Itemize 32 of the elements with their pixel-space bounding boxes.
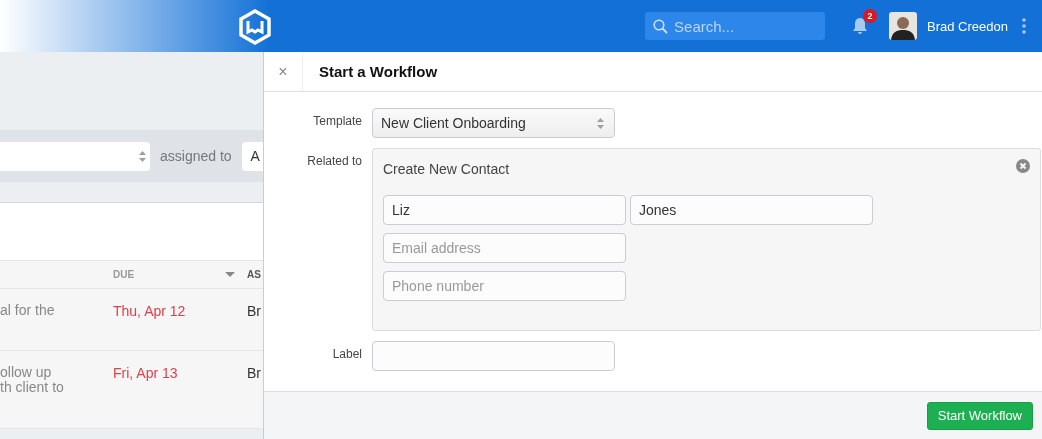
column-header[interactable]: AS (247, 269, 261, 280)
task-title: al for the (0, 303, 56, 320)
email-field[interactable]: Email address (383, 233, 626, 263)
template-select[interactable]: New Client Onboarding (372, 108, 615, 138)
filter-label: assigned to (160, 148, 232, 164)
first-name-field[interactable]: Liz (383, 195, 626, 225)
search-icon (653, 18, 669, 34)
field-label: Label (331, 346, 362, 363)
hexagon-logo-icon[interactable] (238, 9, 272, 45)
user-name[interactable]: Brad Creedon (927, 18, 1008, 34)
updown-arrows-icon (597, 117, 604, 129)
updown-arrows-icon (139, 150, 146, 162)
field-label: Template (312, 113, 362, 130)
sort-caret-icon (225, 272, 235, 277)
panel-title: Start a Workflow (319, 63, 438, 80)
due-date: Fri, Apr 13 (113, 365, 178, 381)
due-date: Thu, Apr 12 (113, 303, 186, 319)
notification-count: 2 (863, 9, 878, 23)
close-button[interactable]: × (264, 52, 303, 91)
more-options-icon[interactable] (1022, 18, 1026, 34)
label-field[interactable] (372, 341, 615, 371)
card-heading: Create New Contact (383, 161, 510, 177)
assignee-select[interactable]: A (241, 141, 263, 171)
task-title: ollow up th client to (0, 365, 65, 397)
close-icon[interactable] (1016, 159, 1030, 173)
avatar[interactable] (889, 12, 918, 40)
bell-icon[interactable] (851, 17, 870, 35)
assignee-name: Br (247, 303, 261, 319)
phone-field[interactable]: Phone number (383, 271, 626, 301)
last-name-field[interactable]: Jones (630, 195, 873, 225)
assignee-name: Br (247, 365, 261, 381)
field-label: Related to (306, 153, 362, 170)
